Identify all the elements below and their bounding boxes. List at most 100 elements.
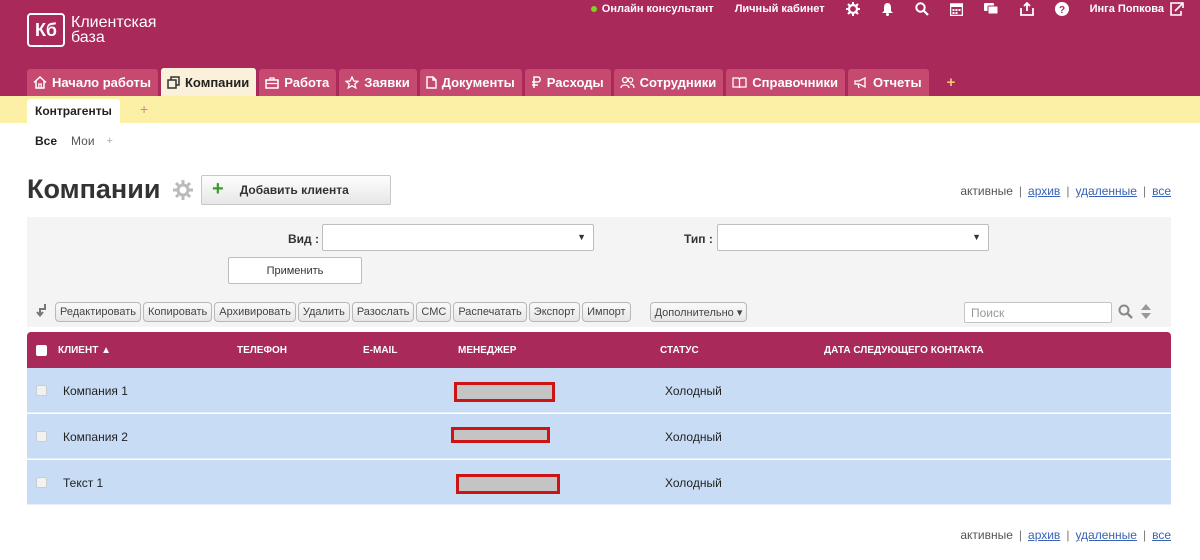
export-icon[interactable] xyxy=(1019,2,1034,16)
add-tab-button[interactable]: + xyxy=(947,69,956,96)
status-deleted-link[interactable]: удаленные xyxy=(1075,528,1137,542)
more-dropdown[interactable]: Дополнительно ▾ xyxy=(649,302,748,322)
tab-label: Работа xyxy=(284,75,330,90)
tab-label: Начало работы xyxy=(52,75,151,90)
plus-icon: + xyxy=(212,177,224,200)
type-select[interactable]: ▼ xyxy=(717,224,989,251)
tab-requests[interactable]: Заявки xyxy=(339,69,417,96)
status-links-top: активные | архив | удаленные | все xyxy=(960,184,1171,198)
logo-text: Клиентская база xyxy=(71,14,157,46)
status-links-bottom: активные | архив | удаленные | все xyxy=(960,528,1171,542)
status-all-link[interactable]: все xyxy=(1152,528,1171,542)
col-manager[interactable]: МЕНЕДЖЕР xyxy=(458,345,516,356)
action-toolbar: Редактировать Копировать Архивировать Уд… xyxy=(36,302,749,322)
col-email[interactable]: E-MAIL xyxy=(363,345,397,356)
owner-filter: Все Мои + xyxy=(35,134,113,148)
tab-label: Документы xyxy=(441,75,515,90)
table-row[interactable]: Компания 1 Холодный xyxy=(27,368,1171,413)
tab-documents[interactable]: Документы xyxy=(419,69,522,96)
status-archive-link[interactable]: архив xyxy=(1028,184,1060,198)
subtab-counterparties[interactable]: Контрагенты xyxy=(27,99,120,123)
print-button[interactable]: Распечатать xyxy=(453,302,527,322)
chat-icon[interactable] xyxy=(983,2,999,16)
logout-icon[interactable] xyxy=(1170,2,1184,16)
tab-label: Справочники xyxy=(752,75,839,90)
col-phone[interactable]: ТЕЛЕФОН xyxy=(237,345,287,356)
import-button[interactable]: Импорт xyxy=(582,302,631,322)
logo-mark: Кб xyxy=(27,13,65,47)
client-name-link[interactable]: Текст 1 xyxy=(63,476,103,490)
app-header: Кб Клиентская база Онлайн консультант Ли… xyxy=(0,0,1200,96)
type-label: Тип : xyxy=(684,232,713,246)
mailing-button[interactable]: Разослать xyxy=(351,302,415,322)
copy-button[interactable]: Копировать xyxy=(143,302,213,322)
tab-directories[interactable]: Справочники xyxy=(726,69,846,96)
page-settings-icon[interactable] xyxy=(173,180,193,205)
tab-label: Отчеты xyxy=(873,75,922,90)
export-button[interactable]: Экспорт xyxy=(528,302,581,322)
copy-icon xyxy=(167,75,180,89)
col-status[interactable]: СТАТУС xyxy=(660,345,699,356)
client-name-link[interactable]: Компания 1 xyxy=(63,384,128,398)
table-row[interactable]: Компания 2 Холодный xyxy=(27,414,1171,459)
apply-button[interactable]: Применить xyxy=(228,257,362,284)
logo-line-1: Клиентская xyxy=(71,14,157,31)
online-status-dot xyxy=(590,6,597,12)
client-name-link[interactable]: Компания 2 xyxy=(63,430,128,444)
sort-toggle-icon[interactable] xyxy=(1140,303,1152,325)
help-icon[interactable]: ? xyxy=(1054,2,1069,16)
manager-redacted xyxy=(454,382,555,402)
status-active[interactable]: активные xyxy=(960,528,1013,542)
book-icon xyxy=(732,76,747,88)
online-consultant-link[interactable]: Онлайн консультант xyxy=(590,3,714,15)
settings-icon[interactable] xyxy=(845,2,860,16)
status-archive-link[interactable]: архив xyxy=(1028,528,1060,542)
main-tabs: Начало работы Компании Работа Заявки Док… xyxy=(27,68,955,96)
user-menu[interactable]: Инга Попкова xyxy=(1090,2,1184,16)
megaphone-icon xyxy=(854,76,866,88)
add-subtab-button[interactable]: + xyxy=(140,101,148,117)
top-bar: Онлайн консультант Личный кабинет ? Инга… xyxy=(570,0,1184,18)
col-next-contact[interactable]: ДАТА СЛЕДУЮЩЕГО КОНТАКТА xyxy=(824,345,984,356)
calendar-icon[interactable] xyxy=(949,2,963,16)
edit-button[interactable]: Редактировать xyxy=(55,302,141,322)
tab-label: Компании xyxy=(185,74,250,90)
tab-start[interactable]: Начало работы xyxy=(27,69,158,96)
logo[interactable]: Кб Клиентская база xyxy=(27,13,156,47)
chevron-down-icon: ▼ xyxy=(972,232,981,242)
table-row[interactable]: Текст 1 Холодный xyxy=(27,460,1171,505)
row-checkbox[interactable] xyxy=(36,431,47,442)
logo-line-2: база xyxy=(71,29,105,46)
status-deleted-link[interactable]: удаленные xyxy=(1075,184,1137,198)
row-checkbox[interactable] xyxy=(36,477,47,488)
filter-all[interactable]: Все xyxy=(35,134,57,148)
tab-reports[interactable]: Отчеты xyxy=(848,69,929,96)
filter-mine[interactable]: Мои xyxy=(71,134,95,148)
row-checkbox[interactable] xyxy=(36,385,47,396)
manager-redacted xyxy=(456,474,560,494)
select-all-checkbox[interactable] xyxy=(36,345,47,356)
search-input[interactable]: Поиск xyxy=(964,302,1112,323)
tab-expenses[interactable]: Расходы xyxy=(524,69,611,96)
tab-work[interactable]: Работа xyxy=(259,69,337,96)
add-filter-button[interactable]: + xyxy=(107,135,113,147)
status-cell: Холодный xyxy=(665,476,722,490)
search-icon[interactable] xyxy=(1118,304,1133,324)
bulk-arrow-icon[interactable] xyxy=(36,303,48,322)
sms-button[interactable]: СМС xyxy=(416,302,452,322)
col-client[interactable]: КЛИЕНТ ▲ xyxy=(58,345,111,356)
personal-cabinet-link[interactable]: Личный кабинет xyxy=(735,3,825,15)
chevron-down-icon: ▼ xyxy=(577,232,586,242)
status-all-link[interactable]: все xyxy=(1152,184,1171,198)
tab-employees[interactable]: Сотрудники xyxy=(613,69,724,96)
add-client-button[interactable]: + Добавить клиента xyxy=(201,175,391,205)
bell-icon[interactable] xyxy=(881,2,894,16)
tab-companies[interactable]: Компании xyxy=(161,68,257,96)
table-header: КЛИЕНТ ▲ ТЕЛЕФОН E-MAIL МЕНЕДЖЕР СТАТУС … xyxy=(27,332,1171,368)
search-icon[interactable] xyxy=(914,2,929,16)
view-select[interactable]: ▼ xyxy=(322,224,594,251)
delete-button[interactable]: Удалить xyxy=(297,302,350,322)
status-cell: Холодный xyxy=(665,384,722,398)
status-active[interactable]: активные xyxy=(960,184,1013,198)
archive-button[interactable]: Архивировать xyxy=(214,302,296,322)
